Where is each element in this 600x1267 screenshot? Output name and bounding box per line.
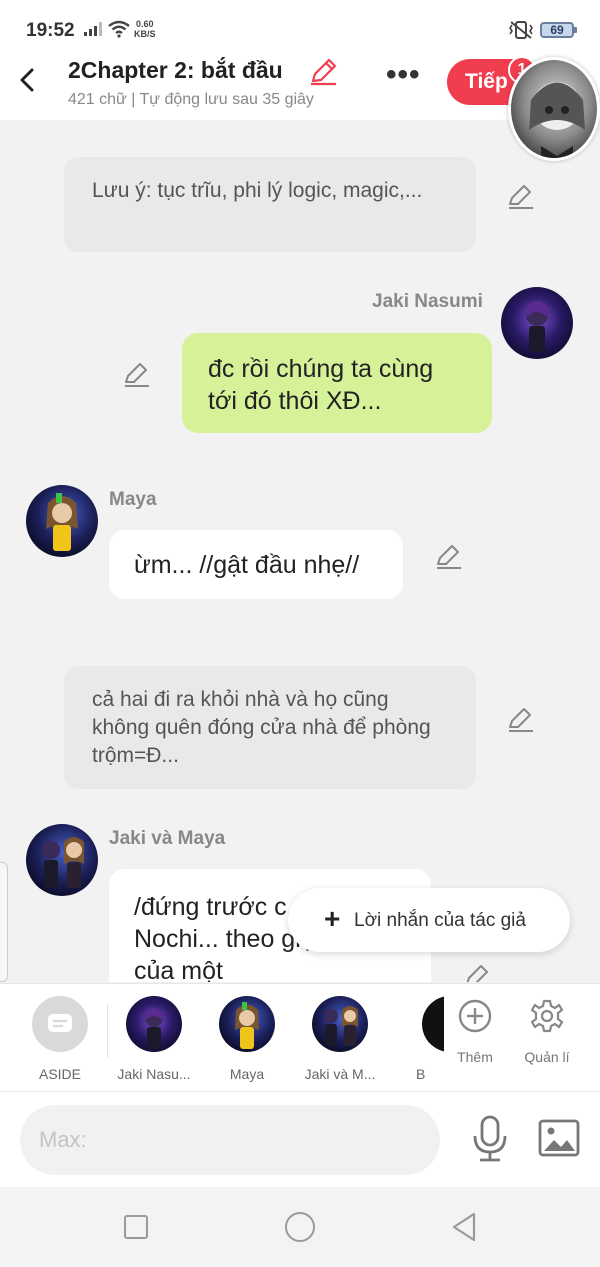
pencil-icon[interactable] (434, 542, 462, 570)
author-note-button[interactable]: + Lời nhắn của tác giả (288, 888, 570, 952)
chat-area[interactable]: Lưu ý: tục trĩu, phi lý logic, magic,...… (0, 120, 600, 982)
microphone-icon[interactable] (470, 1114, 510, 1164)
narration-block[interactable]: Lưu ý: tục trĩu, phi lý logic, magic,... (64, 157, 476, 252)
screen: 19:52 0.60 KB/S 69 2Chapter 2: bắt đầu 4… (0, 0, 600, 1267)
character-avatar-image (501, 287, 573, 359)
image-icon[interactable] (538, 1118, 580, 1158)
character-jaki[interactable]: Jaki Nasu... (109, 996, 199, 1082)
avatar (219, 996, 275, 1052)
pencil-icon[interactable] (506, 182, 534, 210)
system-back-button[interactable] (450, 1211, 478, 1243)
chapter-title[interactable]: 2Chapter 2: bắt đầu (68, 57, 283, 84)
character-avatar-image (219, 996, 275, 1052)
character-label: Jaki và M... (304, 1066, 376, 1082)
character-avatar-image (26, 485, 98, 557)
gear-icon (530, 999, 564, 1033)
character-message-bubble[interactable]: ừm... //gật đầu nhẹ// (109, 530, 403, 599)
system-nav-bar (0, 1187, 600, 1267)
aside-avatar (32, 996, 88, 1052)
back-button[interactable] (14, 64, 44, 96)
avatar[interactable] (501, 287, 573, 359)
add-circle-icon (458, 999, 492, 1033)
character-avatar-image (312, 996, 368, 1052)
wifi-icon (108, 20, 130, 38)
character-partial[interactable]: B (400, 996, 444, 1082)
character-jaki-maya[interactable]: Jaki và M... (295, 996, 385, 1082)
character-maya[interactable]: Maya (202, 996, 292, 1082)
net-speed-unit: KB/S (134, 29, 156, 39)
recent-apps-button[interactable] (124, 1215, 148, 1239)
character-label: ASIDE (38, 1066, 81, 1082)
character-avatar-image (126, 996, 182, 1052)
add-character-button[interactable]: Thêm (440, 998, 510, 1065)
net-speed-value: 0.60 (135, 19, 154, 29)
character-label: Maya (229, 1066, 265, 1082)
avatar[interactable] (26, 485, 98, 557)
narration-block[interactable]: cả hai đi ra khỏi nhà và họ cũng không q… (64, 666, 476, 789)
manage-characters-button[interactable]: Quản lí (512, 998, 582, 1065)
more-button[interactable]: ••• (386, 60, 426, 92)
avatar (312, 996, 368, 1052)
input-bar (0, 1091, 600, 1187)
avatar (126, 996, 182, 1052)
net-speed: 0.60 KB/S (134, 19, 156, 39)
chapter-meta: 421 chữ | Tự động lưu sau 35 giây (68, 91, 314, 108)
avatar[interactable] (26, 824, 98, 896)
message-input[interactable] (20, 1105, 440, 1175)
character-bar[interactable]: ASIDE Jaki Nasu... Maya Jaki và M... B T… (0, 983, 600, 1091)
battery-indicator: 69 (540, 22, 577, 38)
author-note-label: Lời nhắn của tác giả (354, 910, 526, 931)
manage-label: Quản lí (524, 1049, 570, 1065)
vibrate-icon (509, 21, 533, 39)
speaker-name: Maya (109, 489, 157, 510)
pencil-icon[interactable] (308, 57, 338, 87)
pencil-icon[interactable] (506, 705, 534, 733)
status-time: 19:52 (26, 20, 75, 41)
speaker-name: Jaki và Maya (109, 828, 226, 849)
plus-icon: + (324, 903, 341, 934)
pencil-icon[interactable] (122, 360, 150, 388)
my-message-bubble[interactable]: đc rồi chúng ta cùng tới đó thôi XĐ... (182, 333, 492, 433)
home-button[interactable] (285, 1212, 315, 1242)
comment-icon (48, 1014, 72, 1032)
character-label: Jaki Nasu... (117, 1066, 191, 1082)
speaker-name: Jaki Nasumi (372, 291, 483, 312)
signal-icon (84, 22, 102, 36)
divider (107, 1004, 108, 1058)
character-aside[interactable]: ASIDE (15, 996, 105, 1082)
pencil-icon[interactable] (463, 962, 491, 982)
side-drawer-handle[interactable] (0, 862, 8, 982)
character-label: B (416, 1066, 426, 1082)
character-avatar-image (26, 824, 98, 896)
add-label: Thêm (457, 1049, 493, 1065)
